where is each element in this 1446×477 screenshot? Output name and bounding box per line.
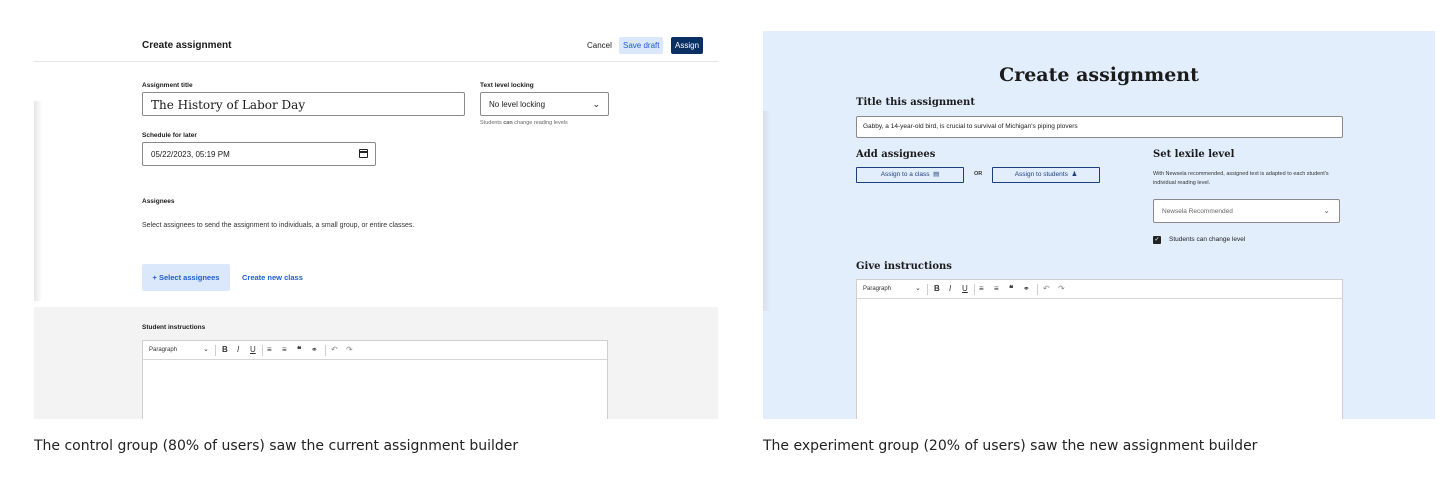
undo-icon[interactable]: ↶ [331, 345, 338, 354]
italic-icon[interactable]: I [949, 284, 951, 293]
chevron-down-icon[interactable]: ⌄ [915, 284, 921, 292]
bold-icon[interactable]: B [222, 345, 228, 354]
redo-icon[interactable]: ↷ [346, 345, 353, 354]
chevron-down-icon: ⌄ [1323, 206, 1330, 215]
undo-icon[interactable]: ↶ [1043, 284, 1050, 293]
select-assignees-button[interactable]: + Select assignees [142, 264, 230, 291]
assignees-description: Select assignees to send the assignment … [142, 222, 415, 229]
instructions-heading: Give instructions [856, 261, 952, 272]
class-icon: ▤ [931, 171, 940, 178]
lexile-heading: Set lexile level [1153, 149, 1235, 160]
schedule-date-input[interactable]: 05/22/2023, 05:19 PM [142, 142, 376, 166]
text-level-label: Text level locking [480, 82, 534, 89]
toolbar-divider [215, 345, 216, 356]
bullet-list-icon[interactable]: ≡ [979, 284, 984, 293]
checkbox-checked-icon[interactable]: ✓ [1153, 236, 1161, 244]
bullet-list-icon[interactable]: ≡ [267, 345, 272, 354]
lexile-value: Newsela Recommended [1162, 208, 1233, 215]
experiment-builder-screenshot: Create assignment Title this assignment … [763, 31, 1435, 419]
instructions-section: Student instructions Paragraph ⌄ B I U ≡… [34, 307, 718, 419]
toolbar-divider [262, 345, 263, 356]
person-icon: ♟ [1069, 171, 1078, 178]
instructions-editor[interactable]: Paragraph ⌄ B I U ≡ ≡ ❝ ⚭ ↶ ↷ [142, 340, 608, 419]
schedule-value: 05/22/2023, 05:19 PM [151, 150, 230, 159]
text-level-helper: Students can change reading levels [480, 120, 568, 126]
link-icon[interactable]: ⚭ [311, 345, 318, 354]
page-title: Create assignment [999, 64, 1199, 86]
assignment-title-input[interactable]: The History of Labor Day [142, 92, 465, 116]
calendar-icon[interactable] [359, 149, 368, 158]
assignment-title-label: Assignment title [142, 82, 193, 89]
page-title: Create assignment [142, 40, 232, 51]
chevron-down-icon[interactable]: ⌄ [203, 345, 209, 353]
redo-icon[interactable]: ↷ [1058, 284, 1065, 293]
numbered-list-icon[interactable]: ≡ [994, 284, 999, 293]
assign-to-class-button[interactable]: Assign to a class ▤ [856, 167, 964, 183]
numbered-list-icon[interactable]: ≡ [282, 345, 287, 354]
text-level-value: No level locking [489, 100, 546, 109]
assignees-label: Assignees [142, 198, 175, 205]
save-draft-button[interactable]: Save draft [619, 37, 664, 54]
paragraph-select[interactable]: Paragraph [149, 347, 177, 353]
helper-post: change reading levels [512, 120, 568, 126]
cancel-button[interactable]: Cancel [587, 41, 612, 50]
text-level-select[interactable]: No level locking ⌄ [480, 92, 609, 116]
toolbar-divider [927, 284, 928, 295]
helper-bold: can [503, 120, 513, 126]
assignment-title-input[interactable]: Gabby, a 14-year-old bird, is crucial to… [856, 116, 1343, 138]
toolbar-divider [325, 345, 326, 356]
add-assignees-heading: Add assignees [856, 149, 936, 160]
toolbar-divider [1037, 284, 1038, 295]
chevron-down-icon: ⌄ [592, 99, 600, 109]
paragraph-select[interactable]: Paragraph [863, 286, 891, 292]
change-level-label: Students can change level [1169, 236, 1246, 243]
helper-pre: Students [480, 120, 504, 126]
bold-icon[interactable]: B [934, 284, 940, 293]
assign-class-label: Assign to a class [880, 171, 930, 178]
control-caption: The control group (80% of users) saw the… [34, 438, 519, 454]
editor-toolbar: Paragraph ⌄ B I U ≡ ≡ ❝ ⚭ ↶ ↷ [143, 341, 607, 360]
side-shadow [763, 111, 771, 311]
control-builder-screenshot: Create assignment Cancel Save draft Assi… [34, 31, 718, 419]
assign-students-label: Assign to students [1014, 171, 1068, 178]
schedule-label: Schedule for later [142, 132, 197, 139]
underline-icon[interactable]: U [250, 345, 256, 354]
lexile-description: With Newsela recommended, assigned text … [1153, 171, 1329, 187]
instructions-editor[interactable]: Paragraph ⌄ B I U ≡ ≡ ❝ ⚭ ↶ ↷ [856, 279, 1343, 419]
instructions-label: Student instructions [142, 324, 206, 331]
experiment-caption: The experiment group (20% of users) saw … [763, 438, 1258, 454]
quote-icon[interactable]: ❝ [1009, 284, 1013, 293]
control-header: Create assignment Cancel Save draft Assi… [34, 31, 718, 62]
editor-toolbar: Paragraph ⌄ B I U ≡ ≡ ❝ ⚭ ↶ ↷ [857, 280, 1342, 299]
quote-icon[interactable]: ❝ [297, 345, 301, 354]
underline-icon[interactable]: U [962, 284, 968, 293]
create-class-link[interactable]: Create new class [242, 273, 303, 282]
lexile-select[interactable]: Newsela Recommended ⌄ [1153, 199, 1340, 223]
title-section-heading: Title this assignment [856, 97, 975, 108]
toolbar-divider [974, 284, 975, 295]
side-shadow [34, 101, 42, 301]
assign-to-students-button[interactable]: Assign to students ♟ [992, 167, 1100, 183]
assign-button[interactable]: Assign [671, 37, 704, 54]
italic-icon[interactable]: I [237, 345, 239, 354]
link-icon[interactable]: ⚭ [1023, 284, 1030, 293]
or-divider: OR [974, 171, 983, 177]
